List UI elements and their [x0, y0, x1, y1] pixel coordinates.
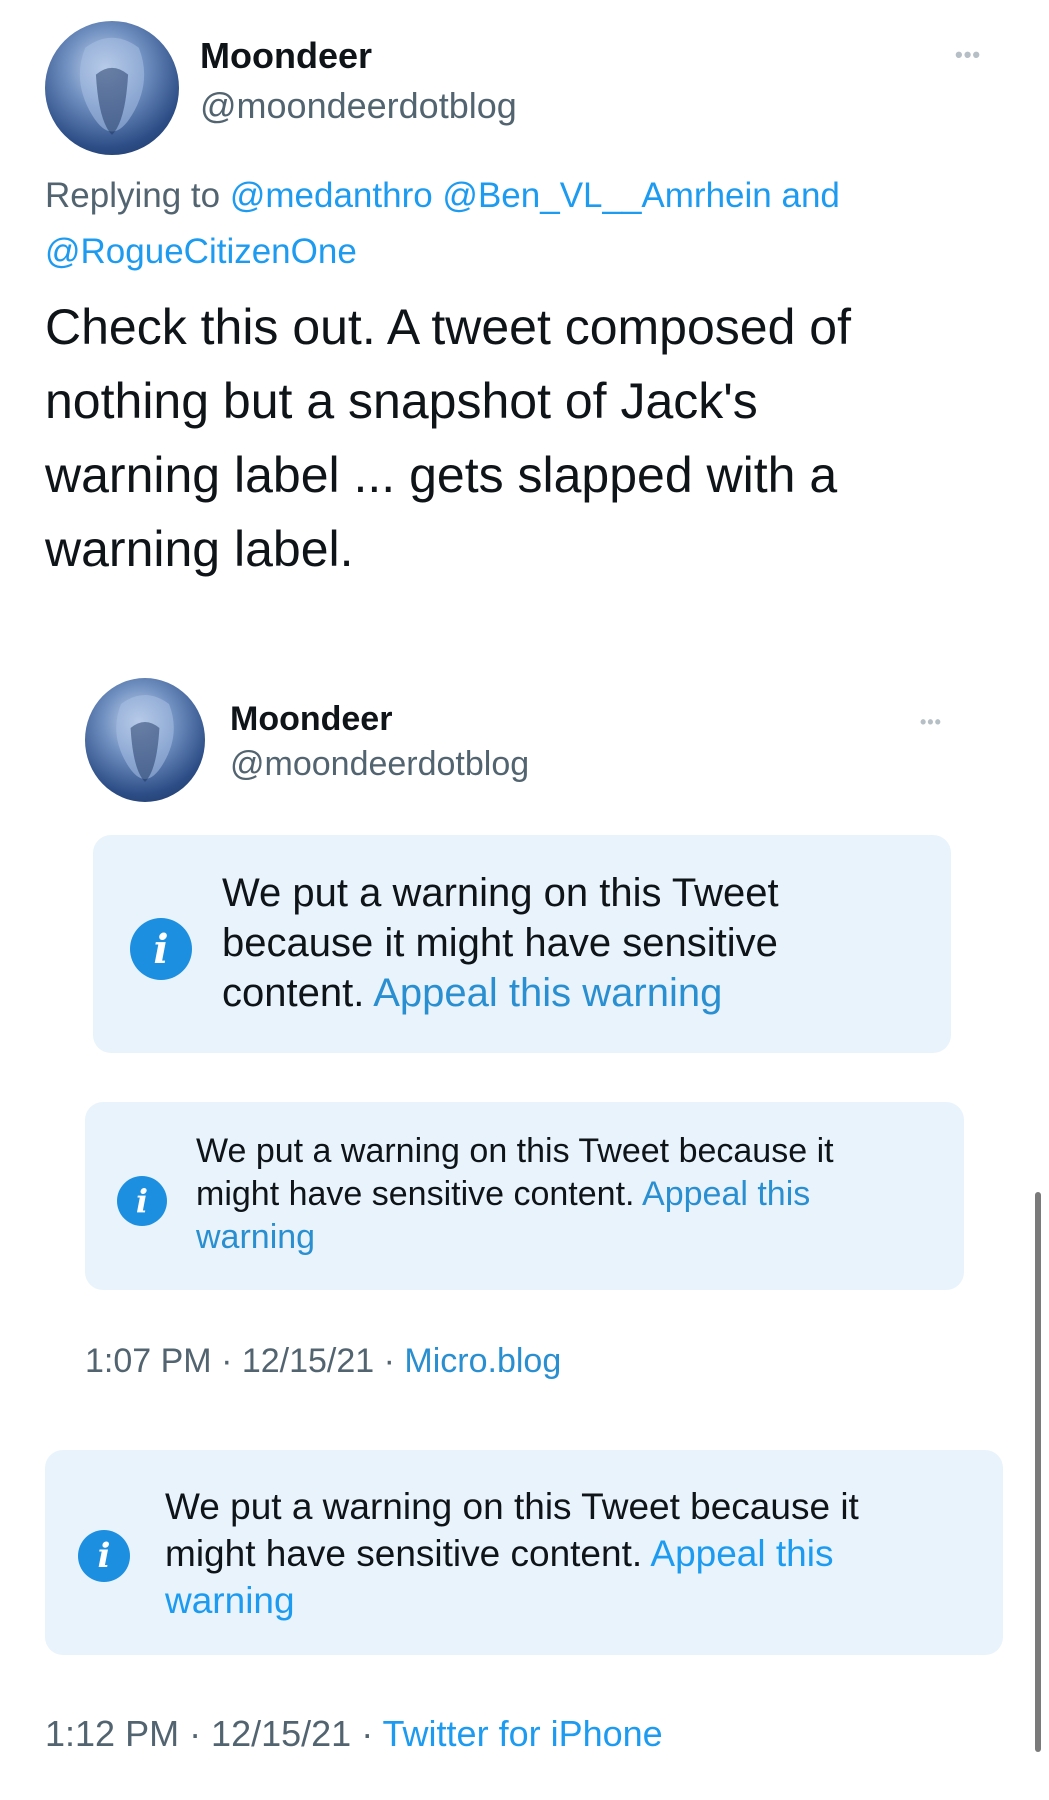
appeal-warning-link: Appeal this [642, 1175, 811, 1213]
info-icon: i [130, 918, 192, 980]
tweet-body-line: Check this out. A tweet composed of [45, 299, 852, 355]
embedded-more-icon: ••• [920, 712, 942, 732]
scrollbar[interactable] [1035, 1192, 1041, 1752]
avatar[interactable] [45, 21, 179, 155]
reply-user-link[interactable]: @RogueCitizenOne [45, 232, 357, 271]
replying-to: Replying to @medanthro @Ben_VL__Amrhein … [45, 168, 995, 280]
embedded-avatar [85, 678, 205, 802]
warning-line: might have sensitive content. [165, 1533, 651, 1574]
appeal-warning-link: Appeal this warning [373, 971, 723, 1015]
tweet-body-line: warning label ... gets slapped with a [45, 447, 838, 503]
warning-line: We put a warning on this Tweet because i… [165, 1486, 859, 1527]
author-name[interactable]: Moondeer [200, 35, 372, 77]
info-icon: i [117, 1176, 167, 1226]
warning-line: We put a warning on this Tweet because i… [196, 1132, 834, 1170]
replying-prefix: Replying to [45, 176, 230, 215]
reply-user-link[interactable]: @medanthro [230, 176, 433, 215]
reply-user-link[interactable]: @Ben_VL__Amrhein [442, 176, 771, 215]
timestamp-text: 1:12 PM · 12/15/21 · [45, 1713, 383, 1754]
source-link[interactable]: Twitter for iPhone [383, 1713, 663, 1754]
warning-text: We put a warning on this Tweet because i… [222, 868, 942, 1018]
warning-line: because it might have sensitive [222, 921, 778, 965]
author-handle[interactable]: @moondeerdotblog [200, 85, 517, 127]
embedded-author-name: Moondeer [230, 700, 393, 738]
tweet-body: Check this out. A tweet composed of noth… [45, 290, 1035, 586]
appeal-warning-link: warning [196, 1218, 316, 1256]
tweet-body-line: nothing but a snapshot of Jack's [45, 373, 758, 429]
embedded-timestamp: 1:07 PM · 12/15/21 · Micro.blog [85, 1342, 561, 1381]
more-options-icon[interactable]: ••• [955, 42, 981, 68]
embedded-author-handle: @moondeerdotblog [230, 745, 530, 783]
timestamp-text: 1:07 PM · 12/15/21 · [85, 1342, 405, 1380]
appeal-warning-link[interactable]: warning [165, 1577, 995, 1624]
reply-and: and [781, 176, 840, 215]
source-link: Micro.blog [404, 1342, 562, 1380]
warning-line: content. [222, 971, 374, 1015]
tweet-timestamp: 1:12 PM · 12/15/21 · Twitter for iPhone [45, 1713, 663, 1755]
appeal-warning-link[interactable]: Appeal this [650, 1533, 833, 1574]
info-icon: i [78, 1530, 130, 1582]
tweet-body-line: warning label. [45, 521, 354, 577]
warning-line: We put a warning on this Tweet [222, 871, 779, 915]
warning-line: might have sensitive content. [196, 1175, 643, 1213]
warning-text: We put a warning on this Tweet because i… [165, 1483, 995, 1624]
warning-text: We put a warning on this Tweet because i… [196, 1130, 956, 1259]
